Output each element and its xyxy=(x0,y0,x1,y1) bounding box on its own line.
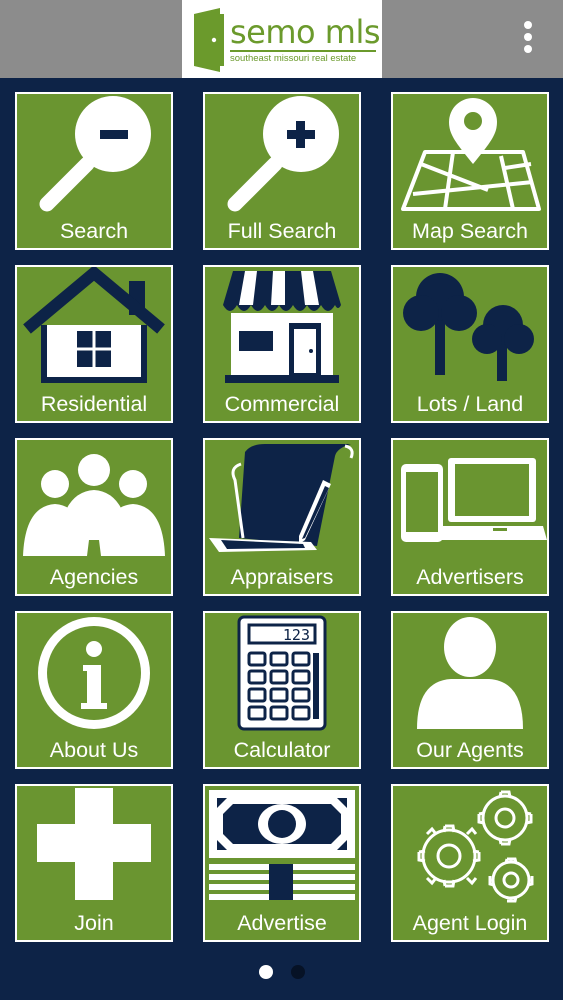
page-indicator xyxy=(0,965,563,985)
magnifier-plus-icon xyxy=(227,96,339,212)
money-stack-icon xyxy=(209,790,355,900)
tile-commercial[interactable]: Commercial xyxy=(203,265,361,423)
tile-our-agents[interactable]: Our Agents xyxy=(391,611,549,769)
logo-divider xyxy=(230,50,376,52)
tile-label: Full Search xyxy=(227,219,337,243)
tile-label: Map Search xyxy=(412,219,528,243)
page-dot-2[interactable] xyxy=(290,965,305,979)
house-icon xyxy=(23,267,165,383)
logo-subtitle: southeast missouri real estate xyxy=(230,53,357,64)
tile-agent-login[interactable]: Agent Login xyxy=(391,784,549,942)
calculator-display: 123 xyxy=(283,626,310,644)
tile-label: Residential xyxy=(40,392,148,416)
magnifier-minus-icon xyxy=(39,96,151,212)
gears-icon xyxy=(417,790,534,903)
tile-label: Lots / Land xyxy=(416,392,524,416)
tile-label: About Us xyxy=(49,738,139,762)
tile-label: Appraisers xyxy=(230,565,334,589)
tile-join[interactable]: Join xyxy=(15,784,173,942)
tile-label: Commercial xyxy=(224,392,340,416)
person-icon xyxy=(417,617,523,729)
tile-about-us[interactable]: About Us xyxy=(15,611,173,769)
tile-search[interactable]: Search xyxy=(15,92,173,250)
logo-text: semo mls xyxy=(230,13,381,51)
semo-mls-logo: semo mls southeast missouri real estate xyxy=(182,0,382,78)
map-pin-icon xyxy=(401,98,541,211)
tile-label: Join xyxy=(74,911,114,935)
info-icon xyxy=(38,617,150,729)
tile-residential[interactable]: Residential xyxy=(15,265,173,423)
tile-label: Advertise xyxy=(237,911,327,935)
tile-label: Search xyxy=(59,219,129,243)
tile-full-search[interactable]: Full Search xyxy=(203,92,361,250)
door-icon xyxy=(194,8,224,72)
top-bar: semo mls southeast missouri real estate xyxy=(0,0,563,78)
devices-icon xyxy=(401,458,547,542)
tile-advertise[interactable]: Advertise xyxy=(203,784,361,942)
tile-lots-land[interactable]: Lots / Land xyxy=(391,265,549,423)
trees-icon xyxy=(403,273,534,381)
plus-icon xyxy=(37,788,151,900)
page-dot-1[interactable] xyxy=(258,965,273,979)
document-pen-icon xyxy=(209,444,354,552)
tile-label: Agencies xyxy=(49,565,139,589)
tile-label: Our Agents xyxy=(416,738,524,762)
more-vertical-icon[interactable] xyxy=(514,18,542,56)
tile-appraisers[interactable]: Appraisers xyxy=(203,438,361,596)
tile-agencies[interactable]: Agencies xyxy=(15,438,173,596)
tile-label: Calculator xyxy=(233,738,331,762)
calculator-icon: 123 xyxy=(237,615,327,731)
people-group-icon xyxy=(23,454,165,556)
tile-label: Advertisers xyxy=(416,565,524,589)
tile-advertisers[interactable]: Advertisers xyxy=(391,438,549,596)
tile-calculator[interactable]: 123 Calculator xyxy=(203,611,361,769)
storefront-icon xyxy=(223,271,341,383)
tile-map-search[interactable]: Map Search xyxy=(391,92,549,250)
tile-grid: Search Full Search Map Search Residentia… xyxy=(15,92,549,942)
tile-label: Agent Login xyxy=(412,911,528,935)
